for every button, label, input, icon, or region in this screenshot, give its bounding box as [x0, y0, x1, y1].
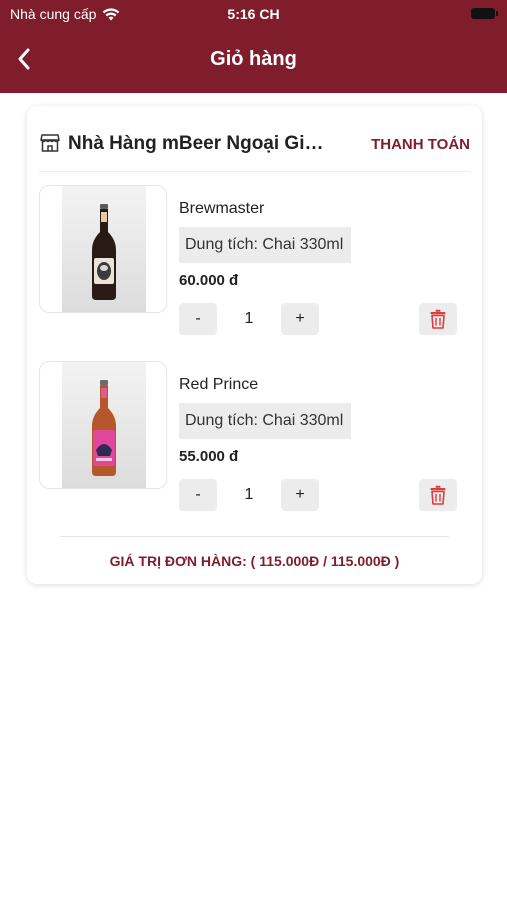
- status-bar: Nhà cung cấp 5:16 CH: [0, 0, 507, 28]
- store-icon: [40, 134, 60, 152]
- nav-bar: Giỏ hàng: [0, 36, 507, 82]
- product-image: [39, 185, 167, 313]
- quantity-stepper: - 1 +: [179, 479, 319, 511]
- delete-button[interactable]: [419, 303, 457, 335]
- store-name: Nhà Hàng mBeer Ngoại Gi…: [68, 133, 324, 154]
- page-title: Giỏ hàng: [210, 48, 297, 70]
- store-divider: [39, 171, 470, 172]
- quantity-stepper: - 1 +: [179, 303, 319, 335]
- trash-icon: [430, 485, 446, 505]
- beer-bottle-image: [92, 204, 116, 300]
- cart-item: Brewmaster Dung tích: Chai 330ml 60.000 …: [27, 185, 482, 345]
- cart-card: Nhà Hàng mBeer Ngoại Gi… THANH TOÁN Brew…: [27, 106, 482, 584]
- increase-button[interactable]: +: [281, 303, 319, 335]
- product-image: [39, 361, 167, 489]
- item-price: 55.000 đ: [179, 448, 239, 465]
- app-header: Nhà cung cấp 5:16 CH Giỏ hàng: [0, 0, 507, 93]
- beer-bottle-image: [92, 380, 116, 476]
- checkout-button[interactable]: THANH TOÁN: [371, 136, 470, 153]
- status-time: 5:16 CH: [227, 6, 280, 22]
- increase-button[interactable]: +: [281, 479, 319, 511]
- order-total: GIÁ TRỊ ĐƠN HÀNG: ( 115.000Đ / 115.000Đ …: [109, 553, 400, 569]
- item-name: Red Prince: [179, 376, 259, 393]
- item-name: Brewmaster: [179, 200, 265, 217]
- decrease-button[interactable]: -: [179, 303, 217, 335]
- cart-item: Red Prince Dung tích: Chai 330ml 55.000 …: [27, 361, 482, 521]
- summary-divider: [60, 536, 449, 537]
- quantity-value[interactable]: 1: [217, 303, 281, 335]
- battery-icon: [471, 8, 498, 19]
- item-price: 60.000 đ: [179, 272, 239, 289]
- trash-icon: [430, 309, 446, 329]
- decrease-button[interactable]: -: [179, 479, 217, 511]
- item-variant: Dung tích: Chai 330ml: [179, 403, 351, 439]
- item-variant: Dung tích: Chai 330ml: [179, 227, 351, 263]
- quantity-value[interactable]: 1: [217, 479, 281, 511]
- delete-button[interactable]: [419, 479, 457, 511]
